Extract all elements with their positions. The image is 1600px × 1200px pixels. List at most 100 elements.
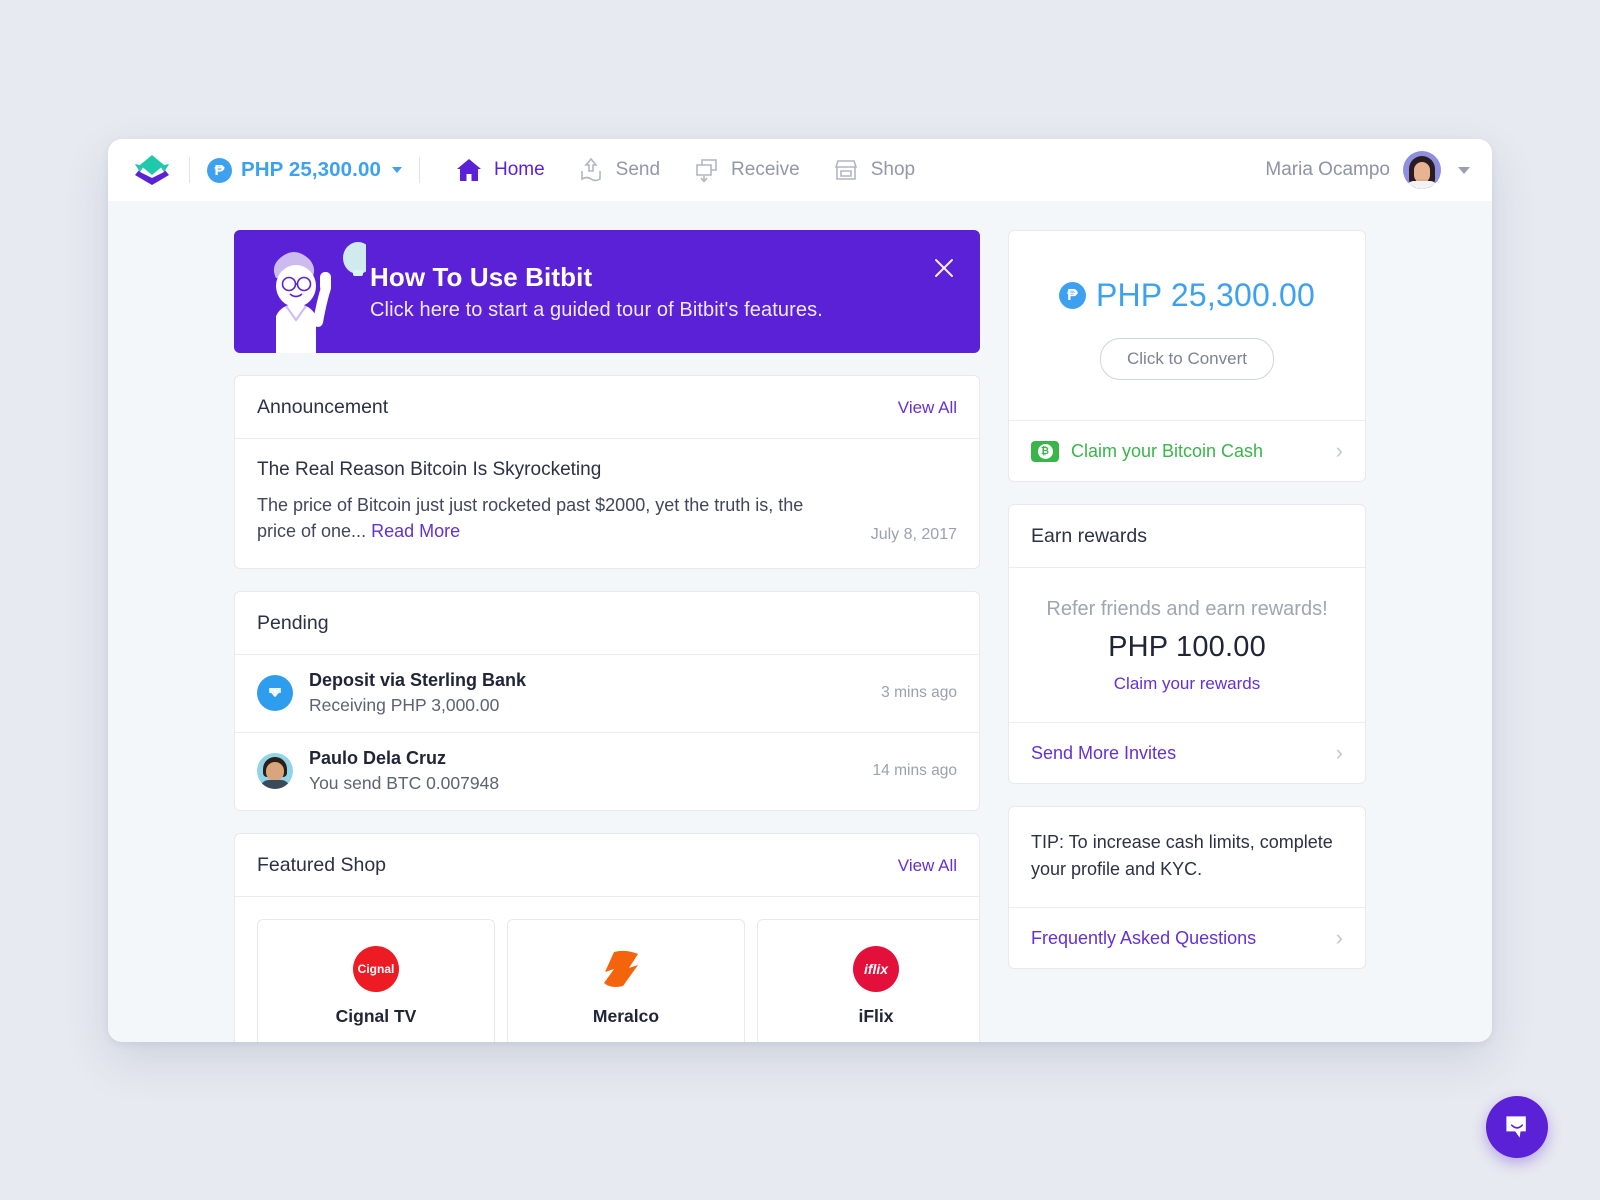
iflix-logo-text: iflix: [863, 961, 889, 978]
wallet-balance-amount: PHP 25,300.00: [1095, 277, 1316, 313]
contact-avatar: [257, 753, 293, 790]
nav-item-home-label: Home: [493, 159, 545, 180]
nav-divider-1: [189, 157, 190, 183]
bitbit-logo-icon[interactable]: [132, 153, 172, 187]
pending-header: Pending: [235, 592, 979, 656]
nav-item-shop[interactable]: Shop: [816, 148, 931, 192]
announcement-header: Announcement View All: [235, 376, 979, 439]
shop-item-meralco[interactable]: Meralco You can now buy load for the ver…: [507, 919, 745, 1042]
featured-shop-title: Featured Shop: [257, 854, 387, 877]
pending-row-time: 14 mins ago: [872, 762, 957, 780]
read-more-link[interactable]: Read More: [371, 521, 460, 541]
close-icon[interactable]: [932, 256, 956, 280]
wallet-balance-card: ₱ PHP 25,300.00 Click to Convert ₿ Claim…: [1008, 230, 1366, 482]
pending-row-content: Deposit via Sterling Bank Receiving PHP …: [309, 670, 881, 716]
table-row[interactable]: Paulo Dela Cruz You send BTC 0.007948 14…: [235, 733, 979, 810]
top-navigation-bar: ₱ PHP 25,300.00 Home Send Receive Shop M…: [108, 139, 1492, 201]
earn-rewards-header: Earn rewards: [1009, 505, 1365, 568]
shop-item-iflix[interactable]: iflix iFlix Watch all your favorite seri…: [757, 919, 979, 1042]
bitcoin-cash-icon: ₿: [1031, 440, 1059, 462]
earn-rewards-title: Earn rewards: [1031, 525, 1147, 547]
chevron-down-icon: [391, 167, 402, 173]
announcement-excerpt-text: The price of Bitcoin just just rocketed …: [257, 495, 804, 541]
pending-card: Pending Deposit via Sterling Bank Receiv…: [234, 591, 980, 812]
announcement-date: July 8, 2017: [870, 526, 957, 544]
iflix-logo-icon: iflix: [853, 946, 899, 993]
faq-label: Frequently Asked Questions: [1031, 927, 1257, 948]
nav-item-send[interactable]: Send: [561, 148, 676, 192]
balance-selector[interactable]: ₱ PHP 25,300.00: [207, 157, 402, 183]
wallet-balance-body: ₱ PHP 25,300.00 Click to Convert: [1009, 231, 1365, 420]
claim-rewards-link[interactable]: Claim your rewards: [1009, 674, 1365, 694]
click-to-convert-button[interactable]: Click to Convert: [1100, 338, 1274, 380]
pending-row-content: Paulo Dela Cruz You send BTC 0.007948: [309, 748, 873, 794]
earn-rewards-body: Refer friends and earn rewards! PHP 100.…: [1009, 568, 1365, 722]
faq-link[interactable]: Frequently Asked Questions ›: [1009, 907, 1365, 968]
send-more-invites-link[interactable]: Send More Invites ›: [1009, 722, 1365, 783]
wallet-balance-row: ₱ PHP 25,300.00: [1009, 277, 1365, 314]
php-coin-icon: ₱: [1058, 282, 1086, 309]
announcement-view-all-link[interactable]: View All: [898, 398, 957, 418]
chat-launcher-button[interactable]: [1486, 1096, 1548, 1158]
cignal-logo-text: Cignal: [357, 962, 395, 977]
pending-row-subtitle: You send BTC 0.007948: [309, 773, 500, 794]
user-menu[interactable]: Maria Ocampo: [1265, 151, 1470, 189]
featured-shop-view-all-link[interactable]: View All: [898, 856, 957, 876]
send-icon: [580, 157, 601, 182]
home-icon: [456, 159, 481, 181]
tip-body: TIP: To increase cash limits, complete y…: [1009, 807, 1365, 907]
shop-item-name: iFlix: [858, 1006, 894, 1027]
chat-bubble-icon: [1506, 1116, 1526, 1138]
promo-illustration: [234, 230, 373, 353]
claim-bitcoin-cash-label: Claim your Bitcoin Cash: [1071, 440, 1264, 461]
shop-item-cignal-tv[interactable]: Cignal Cignal TV Don't miss out on your …: [257, 919, 495, 1042]
deposit-icon: [257, 675, 293, 712]
announcement-body: The Real Reason Bitcoin Is Skyrocketing …: [235, 439, 979, 568]
chevron-right-icon: ›: [1335, 925, 1343, 950]
nav-item-receive-label: Receive: [731, 159, 800, 180]
meralco-logo-icon: [603, 946, 649, 992]
tip-text: TIP: To increase cash limits, complete y…: [1031, 832, 1333, 879]
page-body: How To Use Bitbit Click here to start a …: [108, 201, 1492, 1042]
main-column: How To Use Bitbit Click here to start a …: [234, 230, 980, 1042]
pending-row-time: 3 mins ago: [881, 684, 957, 702]
user-name-label: Maria Ocampo: [1265, 159, 1390, 180]
promo-subtitle: Click here to start a guided tour of Bit…: [370, 298, 823, 321]
pending-row-title: Paulo Dela Cruz: [309, 748, 447, 769]
app-window: ₱ PHP 25,300.00 Home Send Receive Shop M…: [108, 139, 1492, 1042]
featured-shop-carousel: Cignal Cignal TV Don't miss out on your …: [235, 897, 979, 1042]
shop-item-description: Don't miss out on your favorite shows! E…: [274, 1039, 478, 1042]
rewards-amount: PHP 100.00: [1108, 631, 1266, 663]
shop-item-description: Watch all your favorite series or movies…: [774, 1039, 978, 1042]
shop-item-description: You can now buy load for the very first …: [524, 1039, 728, 1042]
sidebar-column: ₱ PHP 25,300.00 Click to Convert ₿ Claim…: [1008, 230, 1366, 1042]
featured-shop-header: Featured Shop View All: [235, 834, 979, 898]
nav-item-home[interactable]: Home: [439, 148, 561, 192]
nav-item-receive[interactable]: Receive: [676, 148, 816, 192]
shop-item-name: Cignal TV: [335, 1006, 417, 1027]
rewards-subtitle: Refer friends and earn rewards!: [1046, 598, 1328, 620]
nav-items: Home Send Receive Shop: [439, 148, 931, 192]
shop-item-name: Meralco: [592, 1006, 660, 1027]
avatar[interactable]: [1403, 151, 1441, 189]
nav-item-send-label: Send: [615, 159, 661, 180]
receive-icon: [696, 159, 717, 183]
chevron-down-icon: [1458, 166, 1470, 174]
php-coin-icon: ₱: [207, 157, 232, 183]
shop-icon: [834, 160, 857, 180]
nav-divider-2: [418, 157, 420, 183]
announcement-card: Announcement View All The Real Reason Bi…: [234, 375, 980, 570]
chevron-right-icon: ›: [1335, 438, 1343, 463]
claim-bitcoin-cash-link[interactable]: ₿ Claim your Bitcoin Cash ›: [1009, 420, 1365, 481]
send-more-invites-label: Send More Invites: [1031, 742, 1177, 763]
pending-title: Pending: [257, 612, 329, 635]
tip-card: TIP: To increase cash limits, complete y…: [1008, 806, 1366, 969]
announcement-title: Announcement: [257, 396, 389, 418]
table-row[interactable]: Deposit via Sterling Bank Receiving PHP …: [235, 655, 979, 734]
promo-banner[interactable]: How To Use Bitbit Click here to start a …: [234, 230, 980, 353]
chevron-right-icon: ›: [1335, 740, 1343, 765]
nav-item-shop-label: Shop: [870, 159, 916, 180]
announcement-headline[interactable]: The Real Reason Bitcoin Is Skyrocketing: [257, 459, 957, 481]
announcement-excerpt: The price of Bitcoin just just rocketed …: [257, 493, 817, 544]
promo-title: How To Use Bitbit: [370, 261, 593, 292]
